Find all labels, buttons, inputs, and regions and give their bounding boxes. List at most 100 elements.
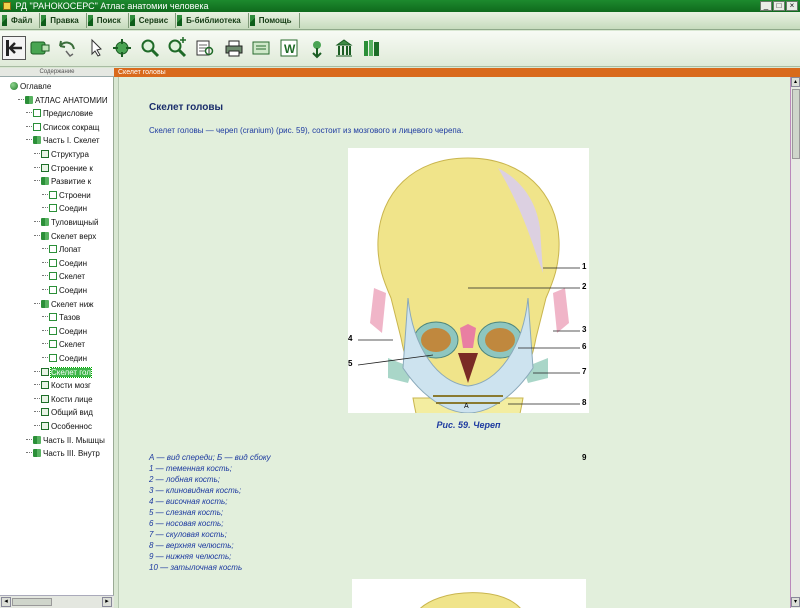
tree-item[interactable]: Особеннос <box>34 421 92 432</box>
scroll-down-icon[interactable]: ▾ <box>791 597 800 607</box>
tree-connector <box>34 234 40 236</box>
download-icon <box>312 41 322 59</box>
tree-item[interactable]: Скелет верх <box>34 231 96 242</box>
tree-item[interactable]: Скелет гол <box>34 366 92 378</box>
page-icon <box>41 422 49 430</box>
tree-item[interactable]: АТЛАС АНАТОМИИ <box>18 95 108 106</box>
page-icon <box>41 408 49 417</box>
content-header-title: Скелет головы <box>118 69 166 76</box>
tree-connector <box>34 166 40 168</box>
legend-item: 6 — носовая кость; <box>149 519 224 528</box>
export-button[interactable] <box>249 36 273 60</box>
menu-library[interactable]: Б-библиотека <box>176 12 249 29</box>
menu-service[interactable]: Сервис <box>129 12 177 29</box>
tree-item[interactable]: Соедин <box>42 353 87 364</box>
pointer-button[interactable] <box>83 36 107 60</box>
article-vertical-scrollbar[interactable]: ▴ ▾ <box>790 77 800 608</box>
menu-edit[interactable]: Правка <box>40 12 88 29</box>
menu-file[interactable]: Файл <box>1 12 41 29</box>
toolbar: W <box>0 31 800 67</box>
tree-item-label: АТЛАС АНАТОМИИ <box>35 95 108 105</box>
tree-item[interactable]: Соедин <box>42 326 87 337</box>
tree-item[interactable]: Часть I. Скелет <box>26 135 100 146</box>
tree-item[interactable]: Кости мозг <box>34 380 91 391</box>
menu-help[interactable]: Помощь <box>249 12 300 29</box>
tree-item[interactable]: Строение к <box>34 163 93 174</box>
tree-item[interactable]: Кости лице <box>34 394 93 405</box>
tree-item[interactable]: Скелет <box>42 271 85 282</box>
word-button[interactable]: W <box>277 36 301 60</box>
menu-search[interactable]: Поиск <box>87 12 129 29</box>
callout-4: 4 <box>348 334 353 343</box>
skull-side-illustration <box>419 592 521 608</box>
export-icon <box>252 41 270 55</box>
tree-item[interactable]: Общий вид <box>34 407 93 418</box>
tree-item[interactable]: Список сокращ <box>26 122 99 133</box>
legend-item: 7 — скуловая кость; <box>149 530 227 539</box>
books-button[interactable] <box>360 36 384 60</box>
tree-item[interactable]: Соедин <box>42 285 87 296</box>
tree-horizontal-scrollbar[interactable]: ◂ ▸ <box>0 595 114 608</box>
undo-button[interactable] <box>55 36 79 60</box>
page-icon <box>33 109 41 118</box>
tree-item[interactable]: Соедин <box>42 258 87 269</box>
find-text-button[interactable] <box>193 36 217 60</box>
tree-connector <box>42 261 48 263</box>
tree-connector <box>26 125 32 127</box>
maximize-button[interactable]: □ <box>773 1 785 11</box>
tree-item-label: Скелет <box>59 272 86 282</box>
figure-caption: Рис. 59. Череп <box>436 420 501 430</box>
search-button[interactable] <box>138 36 162 60</box>
tree-connector <box>26 112 32 114</box>
close-button[interactable]: × <box>786 1 798 11</box>
minimize-button[interactable]: _ <box>760 1 772 11</box>
tree-item-label: Лопат <box>59 245 81 255</box>
tree-item[interactable]: Соедин <box>42 203 87 214</box>
legend-item: А — вид спереди; Б — вид сбоку <box>149 453 271 462</box>
tree-item[interactable]: Предисловие <box>26 108 93 119</box>
tree-item[interactable]: Часть III. Внутр <box>26 448 100 459</box>
tree-connector <box>42 343 48 345</box>
callout-3: 3 <box>582 325 587 334</box>
scroll-left-icon[interactable]: ◂ <box>1 597 11 607</box>
book-icon <box>41 218 49 226</box>
tree-item[interactable]: Скелет ниж <box>34 299 94 310</box>
tree-connector <box>34 425 40 426</box>
forward-icon <box>30 41 50 55</box>
title-bar[interactable]: РД "РАНОКОСЕРС" Атлас анатомии человека … <box>0 0 800 12</box>
tree-item[interactable]: Структура <box>34 149 89 160</box>
library-button[interactable] <box>332 36 356 60</box>
download-button[interactable] <box>305 36 329 60</box>
tree-item[interactable]: Лопат <box>42 244 81 255</box>
figure-sublabel: А <box>464 403 469 410</box>
scroll-up-icon[interactable]: ▴ <box>791 77 800 87</box>
second-figure-preview <box>352 579 586 608</box>
tree-connector <box>34 180 40 182</box>
callout-2: 2 <box>582 282 587 291</box>
tree-item[interactable]: Строени <box>42 190 91 201</box>
tree-item[interactable]: Скелет <box>42 339 85 350</box>
forward-button[interactable] <box>28 36 52 60</box>
tree-item[interactable]: Тазов <box>42 312 80 323</box>
print-button[interactable] <box>222 36 246 60</box>
tree-item-label: Часть II. Мышцы <box>43 435 105 445</box>
scroll-thumb[interactable] <box>12 598 52 606</box>
book-icon <box>33 136 41 145</box>
tree-item-label: Соедин <box>59 286 88 295</box>
callout-8: 8 <box>582 398 587 407</box>
tree-item[interactable]: Часть II. Мышцы <box>26 435 105 446</box>
tree-item[interactable]: Развитие к <box>34 176 91 187</box>
tree-connector <box>34 397 40 399</box>
tree-item[interactable]: Оглавле <box>10 81 51 92</box>
scroll-right-icon[interactable]: ▸ <box>102 597 112 607</box>
tree-item[interactable]: Туловищный <box>34 217 98 228</box>
word-icon: W <box>280 39 298 57</box>
tree-item-label: Соедин <box>59 326 88 336</box>
tree-item-label: Соедин <box>59 204 88 214</box>
scroll-thumb[interactable] <box>792 89 800 159</box>
skull-figure: 1 2 3 4 5 6 7 8 9 А <box>348 148 589 494</box>
tools-button[interactable] <box>110 36 134 60</box>
contents-tree[interactable]: Оглавле АТЛАС АНАТОМИИ Предисловие Список с… <box>0 77 114 595</box>
back-button[interactable] <box>2 36 26 60</box>
search-next-button[interactable] <box>165 36 189 60</box>
